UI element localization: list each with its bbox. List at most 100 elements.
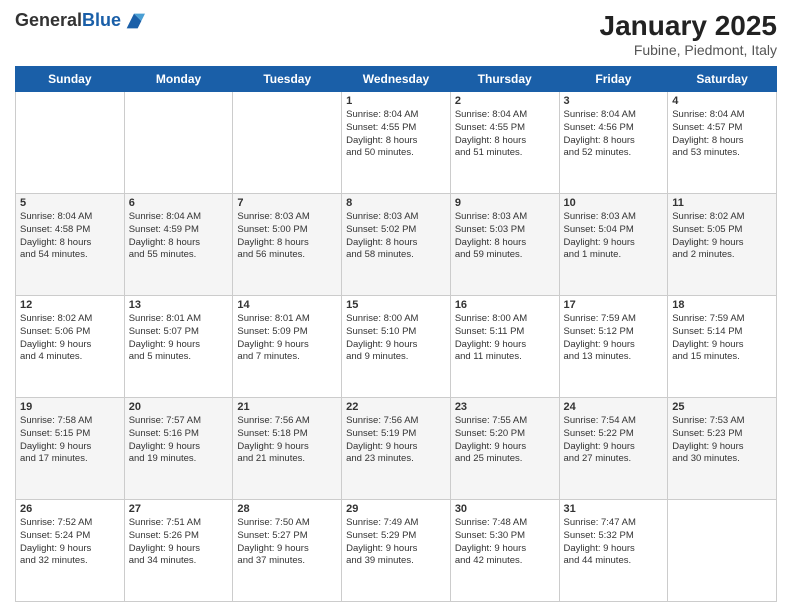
calendar-cell: 6 Sunrise: 8:04 AMSunset: 4:59 PMDaylight… [124,194,233,296]
day-number: 24 [564,401,664,413]
day-number: 2 [455,95,555,107]
day-info: Sunrise: 8:02 AMSunset: 5:06 PMDaylight:… [20,313,120,364]
month-title: January 2025 [600,10,777,42]
calendar-cell [16,92,125,194]
calendar-cell: 15 Sunrise: 8:00 AMSunset: 5:10 PMDayligh… [342,296,451,398]
calendar-cell: 16 Sunrise: 8:00 AMSunset: 5:11 PMDayligh… [450,296,559,398]
day-info: Sunrise: 8:03 AMSunset: 5:00 PMDaylight:… [237,211,337,262]
day-number: 5 [20,197,120,209]
day-number: 20 [129,401,229,413]
calendar-cell: 10 Sunrise: 8:03 AMSunset: 5:04 PMDayligh… [559,194,668,296]
calendar-cell: 31Sunrise: 7:47 AMSunset: 5:32 PMDayligh… [559,500,668,602]
calendar-cell [124,92,233,194]
title-area: January 2025 Fubine, Piedmont, Italy [600,10,777,58]
day-info: Sunrise: 8:04 AMSunset: 4:55 PMDaylight:… [346,109,446,160]
day-number: 19 [20,401,120,413]
calendar-cell: 23 Sunrise: 7:55 AMSunset: 5:20 PMDayligh… [450,398,559,500]
day-info: Sunrise: 7:50 AMSunset: 5:27 PMDaylight:… [237,517,337,568]
calendar-cell: 30Sunrise: 7:48 AMSunset: 5:30 PMDayligh… [450,500,559,602]
day-number: 22 [346,401,446,413]
day-info: Sunrise: 8:03 AMSunset: 5:04 PMDaylight:… [564,211,664,262]
day-info: Sunrise: 7:54 AMSunset: 5:22 PMDaylight:… [564,415,664,466]
logo-blue-text: Blue [82,10,121,30]
day-info: Sunrise: 8:01 AMSunset: 5:07 PMDaylight:… [129,313,229,364]
day-number: 10 [564,197,664,209]
calendar-cell: 11 Sunrise: 8:02 AMSunset: 5:05 PMDayligh… [668,194,777,296]
calendar-table: SundayMondayTuesdayWednesdayThursdayFrid… [15,66,777,602]
calendar-cell: 26 Sunrise: 7:52 AMSunset: 5:24 PMDayligh… [16,500,125,602]
calendar-cell [668,500,777,602]
day-info: Sunrise: 7:47 AMSunset: 5:32 PMDaylight:… [564,517,664,568]
day-info: Sunrise: 8:00 AMSunset: 5:11 PMDaylight:… [455,313,555,364]
day-info: Sunrise: 8:00 AMSunset: 5:10 PMDaylight:… [346,313,446,364]
calendar-cell: 21 Sunrise: 7:56 AMSunset: 5:18 PMDayligh… [233,398,342,500]
calendar-cell: 9 Sunrise: 8:03 AMSunset: 5:03 PMDaylight… [450,194,559,296]
day-info: Sunrise: 7:52 AMSunset: 5:24 PMDaylight:… [20,517,120,568]
day-number: 15 [346,299,446,311]
calendar-cell: 2 Sunrise: 8:04 AMSunset: 4:55 PMDaylight… [450,92,559,194]
day-number: 21 [237,401,337,413]
day-header-thursday: Thursday [450,67,559,92]
header: GeneralBlue January 2025 Fubine, Piedmon… [15,10,777,58]
day-info: Sunrise: 8:04 AMSunset: 4:55 PMDaylight:… [455,109,555,160]
week-row-4: 26 Sunrise: 7:52 AMSunset: 5:24 PMDayligh… [16,500,777,602]
day-info: Sunrise: 7:56 AMSunset: 5:19 PMDaylight:… [346,415,446,466]
day-info: Sunrise: 8:02 AMSunset: 5:05 PMDaylight:… [672,211,772,262]
day-header-sunday: Sunday [16,67,125,92]
calendar-cell: 7 Sunrise: 8:03 AMSunset: 5:00 PMDaylight… [233,194,342,296]
week-row-0: 1 Sunrise: 8:04 AMSunset: 4:55 PMDaylight… [16,92,777,194]
day-info: Sunrise: 7:58 AMSunset: 5:15 PMDaylight:… [20,415,120,466]
day-number: 18 [672,299,772,311]
week-row-1: 5 Sunrise: 8:04 AMSunset: 4:58 PMDaylight… [16,194,777,296]
day-info: Sunrise: 7:56 AMSunset: 5:18 PMDaylight:… [237,415,337,466]
calendar-cell: 12 Sunrise: 8:02 AMSunset: 5:06 PMDayligh… [16,296,125,398]
day-header-saturday: Saturday [668,67,777,92]
calendar-cell: 8Sunrise: 8:03 AMSunset: 5:02 PMDaylight… [342,194,451,296]
calendar-cell: 25 Sunrise: 7:53 AMSunset: 5:23 PMDayligh… [668,398,777,500]
day-info: Sunrise: 8:01 AMSunset: 5:09 PMDaylight:… [237,313,337,364]
day-info: Sunrise: 8:04 AMSunset: 4:56 PMDaylight:… [564,109,664,160]
page: GeneralBlue January 2025 Fubine, Piedmon… [0,0,792,612]
day-info: Sunrise: 7:55 AMSunset: 5:20 PMDaylight:… [455,415,555,466]
day-number: 6 [129,197,229,209]
calendar-cell: 22 Sunrise: 7:56 AMSunset: 5:19 PMDayligh… [342,398,451,500]
day-number: 28 [237,503,337,515]
calendar-cell: 18 Sunrise: 7:59 AMSunset: 5:14 PMDayligh… [668,296,777,398]
calendar-cell: 29Sunrise: 7:49 AMSunset: 5:29 PMDayligh… [342,500,451,602]
day-info: Sunrise: 7:51 AMSunset: 5:26 PMDaylight:… [129,517,229,568]
day-header-friday: Friday [559,67,668,92]
day-number: 3 [564,95,664,107]
day-number: 26 [20,503,120,515]
day-number: 1 [346,95,446,107]
day-info: Sunrise: 8:04 AMSunset: 4:58 PMDaylight:… [20,211,120,262]
day-header-monday: Monday [124,67,233,92]
day-info: Sunrise: 7:53 AMSunset: 5:23 PMDaylight:… [672,415,772,466]
day-number: 23 [455,401,555,413]
day-number: 13 [129,299,229,311]
logo-icon [123,10,145,32]
day-number: 25 [672,401,772,413]
calendar-cell [233,92,342,194]
day-info: Sunrise: 8:04 AMSunset: 4:57 PMDaylight:… [672,109,772,160]
day-number: 9 [455,197,555,209]
day-info: Sunrise: 8:04 AMSunset: 4:59 PMDaylight:… [129,211,229,262]
day-info: Sunrise: 8:03 AMSunset: 5:03 PMDaylight:… [455,211,555,262]
calendar-cell: 13 Sunrise: 8:01 AMSunset: 5:07 PMDayligh… [124,296,233,398]
day-number: 7 [237,197,337,209]
subtitle: Fubine, Piedmont, Italy [600,42,777,58]
day-number: 16 [455,299,555,311]
calendar-cell: 14Sunrise: 8:01 AMSunset: 5:09 PMDayligh… [233,296,342,398]
calendar-cell: 17Sunrise: 7:59 AMSunset: 5:12 PMDayligh… [559,296,668,398]
week-row-2: 12 Sunrise: 8:02 AMSunset: 5:06 PMDayligh… [16,296,777,398]
calendar-header-row: SundayMondayTuesdayWednesdayThursdayFrid… [16,67,777,92]
day-number: 11 [672,197,772,209]
calendar-cell: 3 Sunrise: 8:04 AMSunset: 4:56 PMDaylight… [559,92,668,194]
day-number: 12 [20,299,120,311]
day-number: 27 [129,503,229,515]
day-number: 30 [455,503,555,515]
day-info: Sunrise: 7:57 AMSunset: 5:16 PMDaylight:… [129,415,229,466]
day-number: 8 [346,197,446,209]
day-info: Sunrise: 7:59 AMSunset: 5:14 PMDaylight:… [672,313,772,364]
day-info: Sunrise: 7:49 AMSunset: 5:29 PMDaylight:… [346,517,446,568]
day-header-wednesday: Wednesday [342,67,451,92]
